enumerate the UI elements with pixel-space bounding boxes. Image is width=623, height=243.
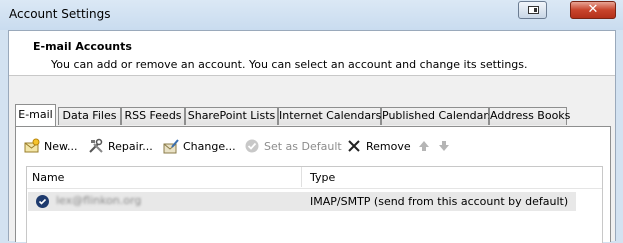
title-bar: Account Settings ✕ (0, 0, 623, 30)
repair-button-label: Repair... (108, 139, 153, 153)
tab-internet-calendars[interactable]: Internet Calendars (278, 107, 381, 125)
column-divider[interactable] (301, 167, 302, 187)
accounts-list[interactable]: Name Type lex@flinkon.org IMAP/SMTP (sen… (26, 166, 603, 243)
help-button[interactable] (518, 1, 547, 19)
arrow-up-icon (416, 138, 432, 154)
account-name: lex@flinkon.org (56, 194, 142, 207)
remove-x-icon (346, 138, 362, 154)
window-title: Account Settings (9, 7, 111, 21)
close-button[interactable]: ✕ (570, 1, 616, 19)
tab-sharepoint-lists[interactable]: SharePoint Lists (185, 107, 278, 125)
new-account-icon (24, 138, 40, 154)
remove-button-label: Remove (366, 139, 411, 153)
header-description: You can add or remove an account. You ca… (51, 58, 528, 71)
header-panel: E-mail Accounts You can add or remove an… (9, 31, 615, 76)
tab-rss-feeds[interactable]: RSS Feeds (121, 107, 185, 125)
arrow-down-icon (436, 138, 452, 154)
dialog-body: E-mail Accounts You can add or remove an… (8, 30, 616, 243)
help-icon (528, 6, 539, 14)
new-button[interactable]: New... (24, 136, 77, 156)
repair-tools-icon (88, 138, 104, 154)
remove-button[interactable]: Remove (346, 136, 411, 156)
change-button[interactable]: Change... (163, 136, 236, 156)
change-button-label: Change... (183, 139, 236, 153)
table-row[interactable]: lex@flinkon.org IMAP/SMTP (send from thi… (28, 192, 576, 211)
email-tab-panel: New... Repair... Change... Set as Defaul… (15, 126, 611, 243)
tab-email[interactable]: E-mail (15, 104, 56, 126)
tab-published-calendars[interactable]: Published Calendars (381, 107, 494, 125)
column-header-name[interactable]: Name (32, 171, 64, 184)
accounts-toolbar: New... Repair... Change... Set as Defaul… (16, 127, 610, 161)
change-account-icon (163, 138, 179, 154)
set-default-button-label: Set as Default (264, 139, 342, 153)
move-down-button[interactable] (436, 136, 452, 156)
tab-address-books[interactable]: Address Books (489, 107, 570, 125)
tab-data-files[interactable]: Data Files (58, 107, 121, 125)
default-account-check-icon (36, 195, 49, 208)
header-title: E-mail Accounts (33, 40, 132, 53)
close-icon: ✕ (587, 2, 599, 17)
check-circle-icon (244, 138, 260, 154)
list-header: Name Type (27, 167, 602, 189)
new-button-label: New... (44, 139, 78, 153)
account-type: IMAP/SMTP (send from this account by def… (310, 195, 569, 208)
move-up-button[interactable] (416, 136, 432, 156)
column-header-type[interactable]: Type (310, 171, 335, 184)
set-default-button[interactable]: Set as Default (244, 136, 342, 156)
repair-button[interactable]: Repair... (88, 136, 153, 156)
